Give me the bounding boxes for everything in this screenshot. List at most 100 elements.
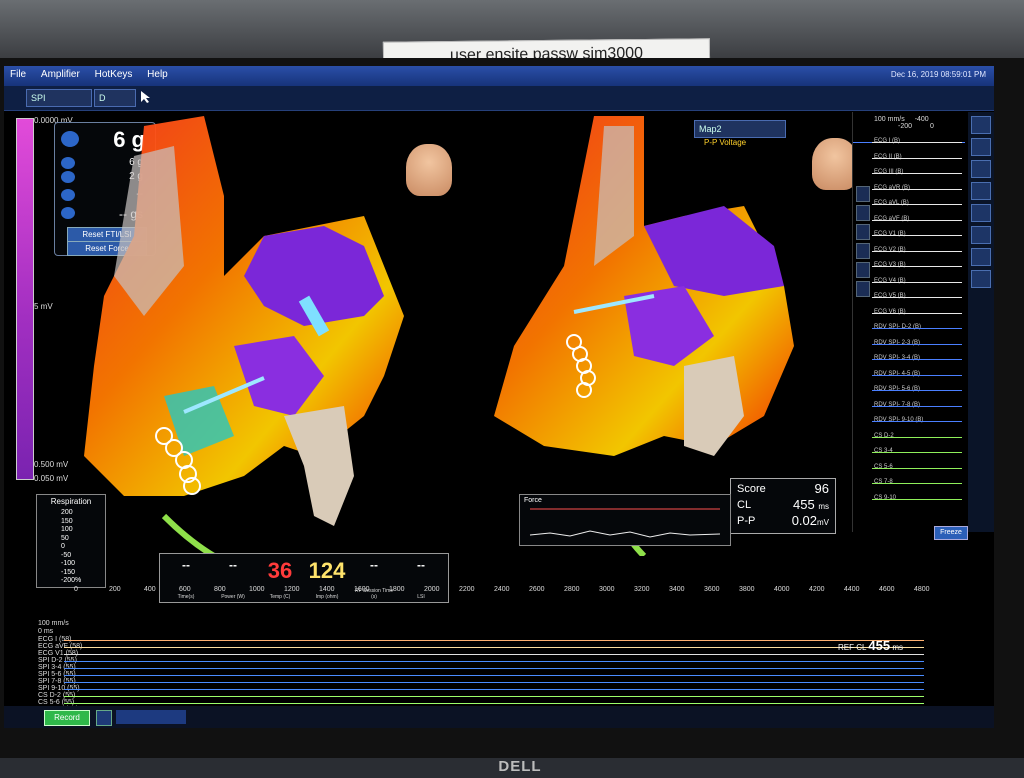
bottom-trace-line <box>64 668 924 669</box>
waveform-trace-line <box>872 498 962 500</box>
toolbar-button[interactable] <box>971 138 991 156</box>
metric-cell: -- Time(s) <box>164 558 208 600</box>
waveform-time-axis: 100 mm/s -400 -200 0 <box>874 116 964 130</box>
metric-value: 36 <box>267 558 293 583</box>
voltage-scale-bar[interactable] <box>16 118 34 480</box>
menu-amplifier[interactable]: Amplifier <box>35 66 86 83</box>
record-button[interactable]: Record <box>44 710 90 726</box>
metric-value: 124 <box>308 558 346 583</box>
map-selector[interactable]: Map2 <box>694 120 786 138</box>
menu-bar: File Amplifier HotKeys Help Dec 16, 2019… <box>4 66 994 86</box>
left-heart-map[interactable] <box>64 116 424 576</box>
respiration-value: 200 <box>61 509 73 516</box>
waveform-trace-line <box>872 297 962 298</box>
bottom-trace-line <box>64 675 924 676</box>
waveform-trace-label: ECG V3 (B) <box>874 262 906 268</box>
respiration-value: 150 <box>61 517 73 525</box>
bottom-trace-line <box>64 682 924 683</box>
bottom-trace-line <box>64 654 924 655</box>
menu-hotkeys[interactable]: HotKeys <box>89 66 139 83</box>
respiration-value: -100 <box>61 560 76 567</box>
waveform-trace-line <box>872 235 962 236</box>
respiration-value: 0 <box>61 543 65 550</box>
bottom-trace-line <box>64 661 924 662</box>
waveform-trace-line <box>872 266 962 267</box>
toolbar-button[interactable] <box>971 248 991 266</box>
waveform-trace-label: RDV SPI- 7-8 (B) <box>874 401 921 408</box>
toolbar-button[interactable] <box>971 270 991 288</box>
waveform-trace-line <box>872 343 962 345</box>
respiration-value: -50 <box>61 551 72 559</box>
freeze-button[interactable]: Freeze <box>934 526 968 540</box>
waveform-trace-line <box>872 405 962 407</box>
toolbar-button[interactable] <box>971 226 991 244</box>
status-field <box>116 710 186 724</box>
bottom-trace-line <box>64 647 924 648</box>
waveform-tick: 0 <box>929 123 934 130</box>
waveform-tick: -400 <box>914 116 929 123</box>
gear-icon[interactable] <box>96 710 112 726</box>
waveform-trace-label: CS 7-8 <box>874 479 893 485</box>
tool-button[interactable] <box>856 205 870 221</box>
waveform-trace-line <box>872 452 962 453</box>
axis-tick: 200 <box>109 586 121 593</box>
axis-tick: 3400 <box>669 586 685 593</box>
score-panel: Score 96 CL 455 ms P-P 0.02mV <box>730 478 836 534</box>
axis-tick: 2800 <box>564 586 580 593</box>
waveform-tick: -200 <box>898 123 913 130</box>
toolbar-button[interactable] <box>971 160 991 178</box>
bottom-trace-line <box>64 696 924 697</box>
metric-cell: 124 Imp (ohm) <box>305 558 349 600</box>
waveform-trace-label: ECG II (B) <box>874 153 902 160</box>
waveform-trace-line <box>872 390 962 391</box>
orientation-torso-left[interactable] <box>406 144 452 196</box>
axis-tick: 4200 <box>809 586 825 593</box>
tool-button[interactable] <box>856 243 870 259</box>
score-value: 96 <box>814 481 829 496</box>
waveform-trace-label: RDV SPI- D-2 (B) <box>874 324 922 330</box>
waveform-trace-line <box>872 328 962 329</box>
axis-tick: 3600 <box>704 586 720 593</box>
metric-cell: 36 Temp (C) <box>258 558 302 600</box>
catheter-select[interactable]: SPI <box>26 89 92 107</box>
map-type-label: P-P Voltage <box>704 138 747 147</box>
tool-button[interactable] <box>856 281 870 297</box>
pointer-icon[interactable] <box>140 90 152 104</box>
toolbar: SPI D <box>4 86 994 111</box>
menu-file[interactable]: File <box>4 66 32 83</box>
tool-button[interactable] <box>856 224 870 240</box>
axis-tick: 3200 <box>634 586 650 593</box>
monitor-brand: DELL <box>498 758 542 775</box>
tool-button[interactable] <box>856 262 870 278</box>
toolbar-button[interactable] <box>971 204 991 222</box>
live-waveform-panel <box>852 112 965 532</box>
toolbar-button[interactable] <box>971 182 991 200</box>
tool-button[interactable] <box>856 186 870 202</box>
waveform-trace-label: CS 5-6 <box>874 463 893 470</box>
axis-tick: 3800 <box>739 586 755 593</box>
ref-cl-unit: ms <box>892 643 903 652</box>
axis-tick: 0 <box>74 586 78 593</box>
respiration-value: -200% <box>61 577 82 584</box>
respiration-title: Respiration <box>50 497 92 506</box>
respiration-value: 50 <box>61 534 69 542</box>
axis-tick: 4400 <box>844 586 860 593</box>
menu-help[interactable]: Help <box>141 66 174 83</box>
waveform-trace-line <box>872 467 962 469</box>
force-plot: Force <box>519 494 731 546</box>
cl-value: 455 <box>793 497 815 512</box>
metric-cell: -- Power (W) <box>211 558 255 600</box>
waveform-trace-label: RDV SPI- 2-3 (B) <box>874 339 921 346</box>
bottom-offset: 0 ms <box>38 628 54 635</box>
axis-tick: 4000 <box>774 586 790 593</box>
toolbar-button[interactable] <box>971 116 991 134</box>
metric-cell: -- LSI <box>399 558 443 600</box>
axis-tick: 3000 <box>599 586 615 593</box>
waveform-trace-label: CS 3-4 <box>874 448 893 454</box>
waveform-trace-line <box>872 359 962 360</box>
view-select[interactable]: D <box>94 89 136 107</box>
bottom-trace-line <box>64 703 924 704</box>
respiration-value: -150 <box>61 568 76 576</box>
ref-cl-value: 455 <box>868 638 891 653</box>
waveform-trace-line <box>872 173 962 174</box>
